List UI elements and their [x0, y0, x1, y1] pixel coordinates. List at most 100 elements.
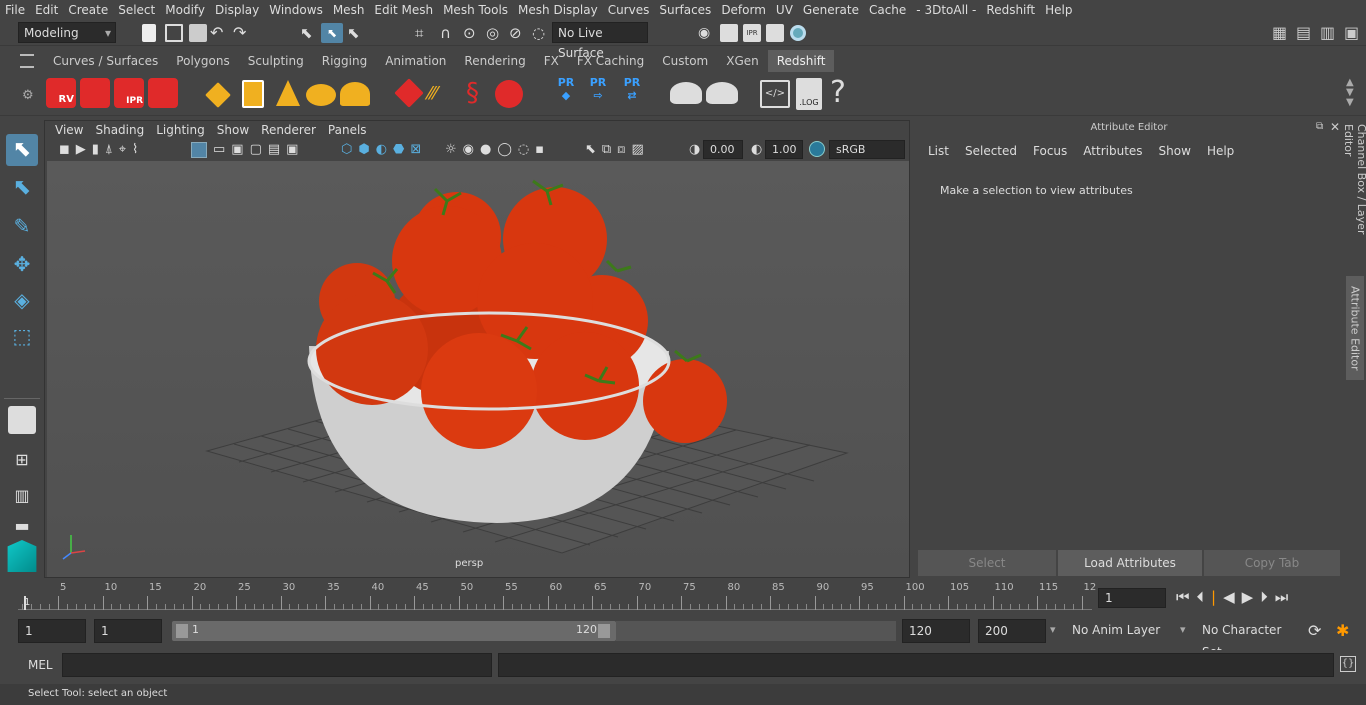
menu-edit[interactable]: Edit — [30, 0, 63, 20]
render-settings-icon[interactable]: ◉ — [698, 24, 716, 42]
hair-icon[interactable]: ⁄⁄⁄ — [428, 82, 458, 106]
menu-mesh-display[interactable]: Mesh Display — [513, 0, 603, 20]
live-surface-field[interactable]: No Live Surface — [552, 22, 648, 60]
snap-vertex-icon[interactable]: ◌ — [532, 24, 550, 42]
redshift-render-view-icon[interactable]: RV — [46, 78, 76, 108]
hypershade-icon[interactable] — [790, 25, 806, 41]
pr-cube-icon[interactable]: PR ◆ — [554, 76, 578, 110]
redshift-batch-render-icon[interactable] — [80, 78, 110, 108]
time-slider[interactable]: 1 5 10 15 20 25 30 35 40 45 50 55 60 65 70 75 80 85 90 95 1… — [18, 582, 1096, 612]
chevron-down-icon[interactable]: ▾ — [1180, 623, 1186, 636]
ae-menu-attributes[interactable]: Attributes — [1075, 142, 1150, 160]
select-tool-icon[interactable]: ⬉ — [6, 134, 38, 166]
current-frame-field[interactable]: 1 — [1098, 588, 1166, 608]
go-to-start-icon[interactable]: ⏮ — [1176, 588, 1197, 606]
menu-windows[interactable]: Windows — [264, 0, 328, 20]
open-scene-icon[interactable] — [165, 24, 183, 42]
play-forward-icon[interactable]: ▶ — [1242, 588, 1261, 606]
gamma-field[interactable]: 1.00 — [765, 140, 803, 159]
menu-modify[interactable]: Modify — [160, 0, 210, 20]
menu-file[interactable]: File — [0, 0, 30, 20]
log-icon[interactable]: .LOG — [796, 78, 822, 110]
exposure-field[interactable]: 0.00 — [703, 140, 743, 159]
menu-surfaces[interactable]: Surfaces — [654, 0, 716, 20]
shelf-tab-custom[interactable]: Custom — [653, 50, 717, 72]
snap-grid-icon[interactable]: ⌗ — [415, 24, 433, 42]
viewport-menu-renderer[interactable]: Renderer — [255, 121, 322, 139]
shelf-scroll-icon[interactable]: ▲ ▼ ▼ — [1346, 78, 1354, 108]
select-hierarchy-icon[interactable]: ⬉ — [300, 24, 318, 42]
dome-light-icon[interactable] — [306, 84, 336, 106]
menu-curves[interactable]: Curves — [603, 0, 655, 20]
redshift-settings-icon[interactable] — [148, 78, 178, 108]
playback-controls[interactable]: ⏮⏴|◀▶⏵⏭ — [1176, 588, 1295, 606]
script-language-label[interactable]: MEL — [28, 658, 53, 672]
area-light-icon[interactable] — [205, 82, 231, 108]
menu-generate[interactable]: Generate — [798, 0, 864, 20]
shelf-tab-sculpting[interactable]: Sculpting — [239, 50, 313, 72]
load-attributes-button[interactable]: Load Attributes — [1058, 550, 1202, 576]
outliner-icon[interactable]: ▣ — [1344, 24, 1362, 42]
shading-mode-icons[interactable]: ⬡⬢◐⬣⊠ — [341, 142, 427, 157]
viewport-menu-panels[interactable]: Panels — [322, 121, 373, 139]
menu-uv[interactable]: UV — [771, 0, 798, 20]
shelf-tab-fx[interactable]: FX — [535, 50, 568, 72]
redo-icon[interactable]: ↷ — [233, 24, 251, 42]
modeling-toolkit-icon[interactable]: ▥ — [1320, 24, 1338, 42]
anim-prefs-icon[interactable]: ✱ — [1336, 621, 1349, 640]
menu-help[interactable]: Help — [1040, 0, 1077, 20]
graph-layout-icon[interactable]: ▬ — [6, 514, 38, 538]
menu-mesh-tools[interactable]: Mesh Tools — [438, 0, 513, 20]
select-object-icon[interactable]: ⬉ — [321, 23, 343, 43]
sun-sky-icon[interactable] — [340, 82, 370, 106]
go-to-end-icon[interactable]: ⏭ — [1275, 588, 1296, 606]
camera-tools-icons[interactable]: ◼▶▮⍋⌖⌇ — [59, 142, 144, 157]
menu-cache[interactable]: Cache — [864, 0, 911, 20]
render-frame-icon[interactable] — [720, 24, 738, 42]
attribute-editor-tab[interactable]: Attribute Editor — [1346, 276, 1364, 380]
range-slider-start-handle[interactable] — [176, 624, 188, 638]
ae-menu-help[interactable]: Help — [1199, 142, 1242, 160]
four-view-layout-icon[interactable]: ⊞ — [6, 444, 38, 476]
pr-swap-icon[interactable]: PR ⇄ — [618, 76, 646, 110]
lasso-tool-icon[interactable]: ⬉ — [6, 172, 38, 204]
shader-ball-icon[interactable] — [495, 80, 523, 108]
step-back-key-icon[interactable]: ⏴ — [1197, 588, 1212, 606]
range-slider[interactable]: 1 120 — [172, 621, 616, 641]
step-forward-icon[interactable]: ⏵ — [1260, 588, 1275, 606]
workspace-dropdown[interactable]: Modeling ▾ — [18, 22, 116, 43]
shelf-tab-animation[interactable]: Animation — [376, 50, 455, 72]
ae-menu-selected[interactable]: Selected — [957, 142, 1025, 160]
shelf-tab-curves-surfaces[interactable]: Curves / Surfaces — [44, 50, 167, 72]
bake-icon-1[interactable] — [670, 82, 702, 104]
shelf-tab-redshift[interactable]: Redshift — [767, 50, 835, 72]
viewport-menu-show[interactable]: Show — [211, 121, 255, 139]
toggle-panels-icon[interactable]: ▤ — [1296, 24, 1314, 42]
shelf-tab-polygons[interactable]: Polygons — [167, 50, 238, 72]
snap-view-icon[interactable]: ◎ — [486, 24, 504, 42]
menu-mesh[interactable]: Mesh — [328, 0, 370, 20]
save-scene-icon[interactable] — [189, 24, 207, 42]
play-back-icon[interactable]: ◀ — [1223, 588, 1242, 606]
proxy-export-icon[interactable] — [394, 78, 424, 108]
rotate-tool-icon[interactable]: ◈ — [6, 284, 38, 316]
menu-deform[interactable]: Deform — [716, 0, 771, 20]
channel-box-tab[interactable]: Channel Box / Layer Editor — [1342, 124, 1366, 270]
paint-select-tool-icon[interactable]: ✎ — [6, 210, 38, 242]
viewport-menu-view[interactable]: View — [49, 121, 89, 139]
render-view-icon[interactable] — [766, 24, 784, 42]
chevron-down-icon[interactable]: ▾ — [1050, 623, 1056, 636]
script-editor-icon[interactable]: {} — [1340, 656, 1356, 672]
snap-surface-icon[interactable]: ⊘ — [509, 24, 527, 42]
spot-light-icon[interactable] — [276, 80, 300, 106]
shelf-tab-xgen[interactable]: XGen — [717, 50, 768, 72]
shelf-tab-rendering[interactable]: Rendering — [455, 50, 534, 72]
menu-create[interactable]: Create — [63, 0, 113, 20]
range-slider-end-handle[interactable] — [598, 624, 610, 638]
snap-curve-icon[interactable]: ∩ — [440, 24, 458, 42]
3d-viewport[interactable]: persp — [47, 161, 909, 577]
auto-key-icon[interactable]: ⟳ — [1308, 621, 1321, 640]
menu-select[interactable]: Select — [113, 0, 160, 20]
outliner-layout-icon[interactable]: ▥ — [6, 480, 38, 512]
undo-icon[interactable]: ↶ — [210, 24, 228, 42]
